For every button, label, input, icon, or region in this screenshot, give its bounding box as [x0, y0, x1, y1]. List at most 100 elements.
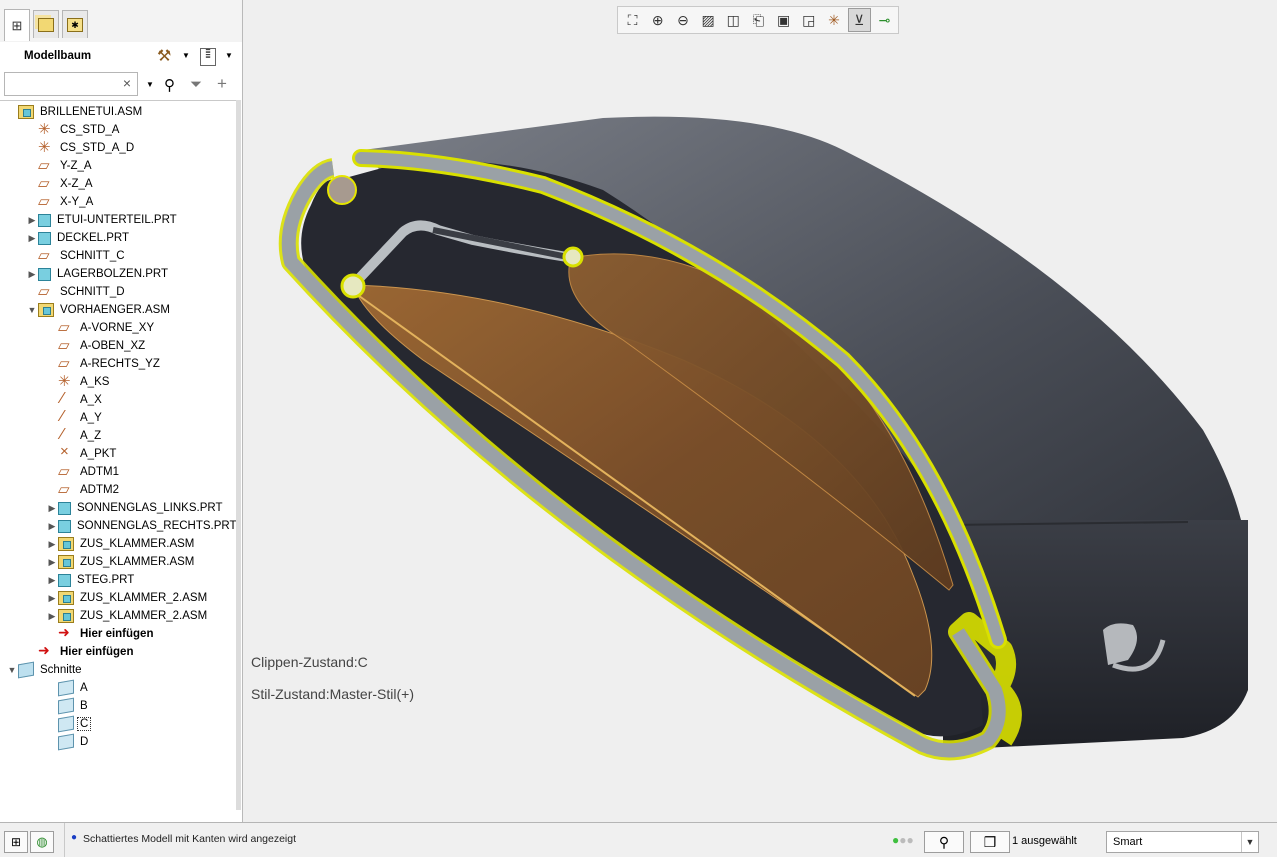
tree-item[interactable]: ▶ DECKEL.PRT — [26, 229, 131, 247]
tab-model-tree[interactable]: ⊞ — [4, 9, 30, 41]
tree-item[interactable]: CS_STD_A — [26, 120, 121, 139]
part-icon — [58, 501, 71, 515]
zoom-out-button[interactable]: ⊖ — [671, 8, 694, 32]
saved-views-button[interactable]: ⎗ — [747, 8, 770, 32]
tree-search-input[interactable]: × — [4, 72, 138, 96]
expand-icon[interactable]: ▶ — [46, 611, 58, 622]
graphics-window[interactable]: ⛶ ⊕ ⊖ ▨ ◫ ⎗ ▣ ◲ ✳ ⊻ ⊸ Clippen-Zustand:C Stil-Zusta… — [243, 0, 1277, 822]
tree-item[interactable]: A_Y — [46, 408, 104, 427]
assembly-icon — [58, 537, 74, 551]
tree-item[interactable]: BRILLENETUI.ASM — [6, 103, 144, 121]
tree-item[interactable]: ▶ ZUS_KLAMMER_2.ASM — [46, 607, 209, 625]
tab-layers[interactable] — [33, 10, 59, 38]
tree-settings-icon[interactable]: ⚒ — [157, 46, 171, 66]
tree-item[interactable]: ▶ ZUS_KLAMMER.ASM — [46, 535, 196, 553]
add-icon[interactable]: + — [217, 74, 227, 94]
tree-item[interactable]: ▶ ETUI-UNTERTEIL.PRT — [26, 211, 179, 229]
tree-item[interactable]: ▶ SONNENGLAS_LINKS.PRT — [46, 499, 225, 517]
tree-item[interactable]: C — [46, 715, 92, 733]
tree-settings-dropdown-icon[interactable]: ▼ — [182, 51, 190, 60]
expand-icon[interactable]: ▶ — [46, 521, 58, 532]
search-options-dropdown-icon[interactable]: ▼ — [146, 80, 154, 89]
tree-item-label: CS_STD_A — [60, 124, 120, 136]
tree-item[interactable]: X-Y_A — [26, 192, 95, 211]
expand-icon[interactable]: ▶ — [46, 503, 58, 514]
regeneration-status-icon[interactable]: ●●● — [892, 833, 914, 847]
tree-item[interactable]: ▶ ZUS_KLAMMER.ASM — [46, 553, 196, 571]
zoom-in-button[interactable]: ⊕ — [646, 8, 669, 32]
tree-item[interactable]: D — [46, 733, 90, 751]
datum-point-icon — [58, 443, 74, 461]
tree-item-label: A_Y — [80, 412, 102, 424]
tree-item[interactable]: A-OBEN_XZ — [46, 336, 147, 355]
refit-button[interactable]: ⛶ — [621, 8, 644, 32]
tree-item[interactable]: A_X — [46, 390, 104, 409]
display-style-button[interactable]: ◫ — [722, 8, 745, 32]
clear-search-icon[interactable]: × — [123, 75, 131, 91]
tree-item-label: Y-Z_A — [60, 160, 92, 172]
expand-icon[interactable]: ▶ — [26, 215, 38, 226]
find-icon[interactable]: ⚲ — [164, 76, 175, 94]
assembly-icon — [18, 105, 34, 119]
expand-icon[interactable]: ▶ — [46, 575, 58, 586]
toggle-navigator-button[interactable]: ⊞ — [4, 831, 28, 853]
status-bar: ⊞ ◍ ● Schattiertes Modell mit Kanten wir… — [0, 822, 1277, 857]
expand-icon[interactable]: ▶ — [26, 233, 38, 244]
collapse-icon[interactable]: ▼ — [26, 305, 38, 315]
tree-item[interactable]: A_PKT — [46, 443, 118, 463]
tree-item[interactable]: SCHNITT_D — [26, 282, 127, 301]
tree-item[interactable]: ▶ ZUS_KLAMMER_2.ASM — [46, 589, 209, 607]
tree-item[interactable]: ▶ SONNENGLAS_RECHTS.PRT — [46, 517, 239, 535]
tree-item[interactable]: SCHNITT_C — [26, 246, 127, 265]
csys-icon — [58, 372, 74, 390]
tree-item[interactable]: A_KS — [46, 372, 111, 391]
selection-filter-select[interactable]: Smart ▼ — [1106, 831, 1259, 853]
layers-icon — [38, 17, 54, 32]
expand-icon[interactable]: ▶ — [46, 539, 58, 550]
show-dropdown-icon[interactable]: ▼ — [225, 51, 233, 60]
section-icon — [58, 733, 74, 751]
tree-item[interactable]: A-VORNE_XY — [46, 318, 156, 337]
tree-scrollbar[interactable] — [236, 100, 241, 810]
tree-item[interactable]: Hier einfügen — [26, 642, 135, 661]
tree-item[interactable]: ADTM1 — [46, 462, 121, 481]
tree-item-label: ZUS_KLAMMER_2.ASM — [80, 610, 208, 622]
find-button[interactable]: ⚲ — [924, 831, 964, 853]
tree-item[interactable]: Y-Z_A — [26, 156, 94, 175]
view-manager-button[interactable]: ▣ — [772, 8, 795, 32]
tree-item[interactable]: A_Z — [46, 426, 103, 445]
annotation-display-button[interactable]: ⊻ — [847, 8, 871, 32]
tree-item-label: DECKEL.PRT — [57, 232, 130, 244]
chevron-down-icon: ▼ — [1241, 832, 1258, 852]
expand-icon[interactable]: ▶ — [46, 557, 58, 568]
tree-item[interactable]: Hier einfügen — [46, 624, 155, 643]
expand-icon[interactable]: ▶ — [26, 269, 38, 280]
csys-icon — [38, 120, 54, 138]
tree-item-label: A-VORNE_XY — [80, 322, 155, 334]
tree-item[interactable]: ▼ Schnitte — [6, 661, 84, 679]
tree-item[interactable]: B — [46, 697, 90, 715]
tree-item[interactable]: ▶ STEG.PRT — [46, 571, 136, 589]
tree-item[interactable]: ADTM2 — [46, 480, 121, 499]
datum-display-button[interactable]: ✳ — [822, 8, 845, 32]
tree-item[interactable]: ▶ LAGERBOLZEN.PRT — [26, 265, 170, 283]
repaint-button[interactable]: ▨ — [697, 8, 720, 32]
tree-item[interactable]: ▼ VORHAENGER.ASM — [26, 301, 172, 319]
filter-icon[interactable]: ⏷ — [190, 76, 202, 93]
tree-item[interactable]: CS_STD_A_D — [26, 138, 136, 157]
globe-icon: ◍ — [36, 834, 48, 849]
tree-item[interactable]: A-RECHTS_YZ — [46, 354, 162, 373]
csys-icon — [38, 138, 54, 156]
perspective-button[interactable]: ◲ — [797, 8, 820, 32]
selection-display-button[interactable]: ❒ — [970, 831, 1010, 853]
expand-icon[interactable]: ▶ — [46, 593, 58, 604]
collapse-icon[interactable]: ▼ — [6, 665, 18, 675]
tree-item[interactable]: A — [46, 679, 90, 697]
toggle-browser-button[interactable]: ◍ — [30, 831, 54, 853]
tree-item-label: SONNENGLAS_RECHTS.PRT — [77, 520, 237, 532]
tree-item-label: LAGERBOLZEN.PRT — [57, 268, 168, 280]
show-list-icon[interactable]: ≡ ≡ — [200, 47, 216, 66]
spin-center-button[interactable]: ⊸ — [873, 8, 896, 32]
tree-item[interactable]: X-Z_A — [26, 174, 95, 193]
tab-favorites[interactable]: ✱ — [62, 10, 88, 38]
